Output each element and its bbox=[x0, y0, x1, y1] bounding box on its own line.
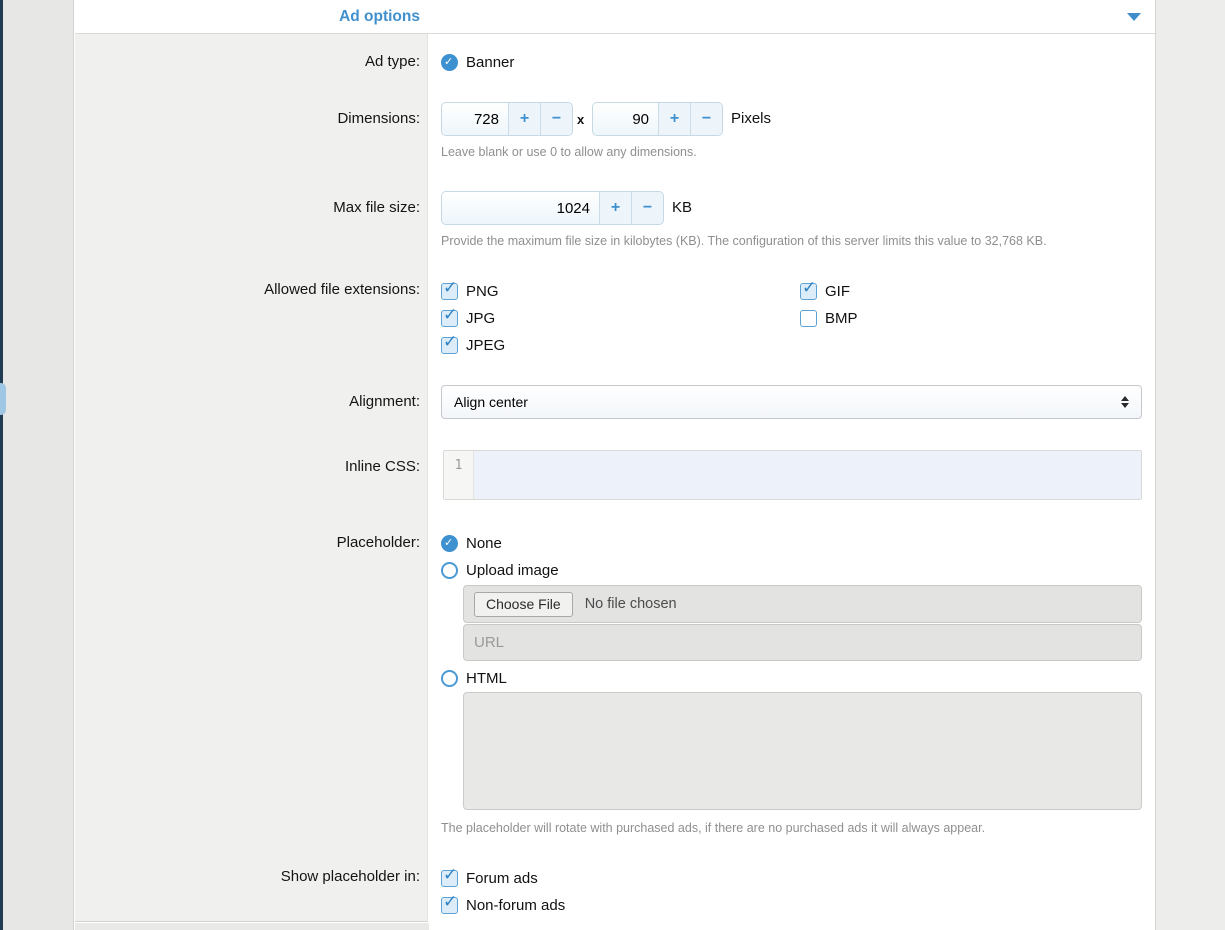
extension-bmp-label: BMP bbox=[825, 310, 858, 327]
extension-bmp-option[interactable]: BMP bbox=[800, 309, 858, 327]
right-gutter bbox=[1155, 0, 1225, 930]
placeholder-none-option[interactable]: ✓ None bbox=[441, 534, 502, 552]
max-file-size-increment-button[interactable]: + bbox=[599, 192, 631, 224]
line-number-gutter: 1 bbox=[444, 451, 474, 499]
check-icon: ✓ bbox=[444, 536, 453, 549]
section-header[interactable]: Ad options bbox=[75, 0, 1155, 34]
extension-gif-option[interactable]: ✓ GIF bbox=[800, 282, 850, 300]
placeholder-upload-label: Upload image bbox=[466, 562, 559, 579]
checkbox-unchecked-icon[interactable] bbox=[800, 310, 817, 327]
height-input[interactable] bbox=[593, 103, 658, 135]
checkbox-checked-icon[interactable]: ✓ bbox=[441, 870, 458, 887]
radio-checked-icon[interactable]: ✓ bbox=[441, 54, 458, 71]
placeholder-file-field[interactable]: Choose File No file chosen bbox=[463, 585, 1142, 623]
checkbox-checked-icon[interactable]: ✓ bbox=[441, 337, 458, 354]
ad-type-option-label: Banner bbox=[466, 54, 514, 71]
extension-jpg-label: JPG bbox=[466, 310, 495, 327]
placeholder-url-input[interactable] bbox=[463, 624, 1142, 661]
collapse-toggle-button[interactable] bbox=[1127, 13, 1141, 23]
height-spinner: + − bbox=[592, 102, 723, 136]
check-icon: ✓ bbox=[443, 892, 457, 912]
checkbox-checked-icon[interactable]: ✓ bbox=[441, 897, 458, 914]
ad-type-banner-option[interactable]: ✓ Banner bbox=[441, 53, 514, 71]
placeholder-none-label: None bbox=[466, 535, 502, 552]
width-spinner: + − bbox=[441, 102, 573, 136]
max-file-size-spinner: + − bbox=[441, 191, 664, 225]
width-input[interactable] bbox=[442, 103, 508, 135]
non-forum-ads-label: Non-forum ads bbox=[466, 897, 565, 914]
left-gutter bbox=[3, 0, 74, 930]
placeholder-html-textarea[interactable] bbox=[463, 692, 1142, 810]
show-placeholder-in-label: Show placeholder in: bbox=[90, 868, 420, 885]
check-icon: ✓ bbox=[444, 55, 453, 68]
width-decrement-button[interactable]: − bbox=[540, 103, 572, 135]
placeholder-upload-option[interactable]: Upload image bbox=[441, 561, 559, 579]
check-icon: ✓ bbox=[443, 332, 457, 352]
inline-css-input[interactable] bbox=[474, 451, 1141, 499]
radio-unchecked-icon[interactable] bbox=[441, 562, 458, 579]
max-file-size-decrement-button[interactable]: − bbox=[631, 192, 663, 224]
extension-jpeg-label: JPEG bbox=[466, 337, 505, 354]
width-increment-button[interactable]: + bbox=[508, 103, 540, 135]
check-icon: ✓ bbox=[443, 278, 457, 298]
placeholder-html-label: HTML bbox=[466, 670, 507, 687]
inline-css-label: Inline CSS: bbox=[90, 458, 420, 475]
extension-png-option[interactable]: ✓ PNG bbox=[441, 282, 499, 300]
checkbox-checked-icon[interactable]: ✓ bbox=[800, 283, 817, 300]
left-scroll-indicator bbox=[0, 383, 6, 415]
max-file-size-input[interactable] bbox=[442, 192, 599, 224]
placeholder-label: Placeholder: bbox=[90, 534, 420, 551]
dimensions-label: Dimensions: bbox=[90, 110, 420, 127]
label-column-footer bbox=[75, 923, 429, 930]
max-file-size-unit: KB bbox=[672, 199, 692, 216]
dimensions-hint: Leave blank or use 0 to allow any dimens… bbox=[441, 145, 697, 159]
ad-type-label: Ad type: bbox=[90, 53, 420, 70]
height-decrement-button[interactable]: − bbox=[690, 103, 722, 135]
alignment-select[interactable]: Align center bbox=[441, 385, 1142, 419]
check-icon: ✓ bbox=[443, 865, 457, 885]
checkbox-checked-icon[interactable]: ✓ bbox=[441, 283, 458, 300]
file-chosen-status: No file chosen bbox=[585, 596, 677, 612]
dimensions-unit: Pixels bbox=[731, 110, 771, 127]
dimensions-separator: x bbox=[577, 112, 584, 127]
chevron-down-icon bbox=[1127, 13, 1141, 21]
check-icon: ✓ bbox=[443, 305, 457, 325]
extension-jpeg-option[interactable]: ✓ JPEG bbox=[441, 336, 505, 354]
checkbox-checked-icon[interactable]: ✓ bbox=[441, 310, 458, 327]
radio-checked-icon[interactable]: ✓ bbox=[441, 535, 458, 552]
check-icon: ✓ bbox=[802, 278, 816, 298]
placeholder-hint: The placeholder will rotate with purchas… bbox=[441, 821, 985, 835]
placeholder-html-option[interactable]: HTML bbox=[441, 669, 507, 687]
show-in-non-forum-ads-option[interactable]: ✓ Non-forum ads bbox=[441, 896, 565, 914]
select-arrows-icon bbox=[1121, 396, 1129, 408]
height-increment-button[interactable]: + bbox=[658, 103, 690, 135]
max-file-size-hint: Provide the maximum file size in kilobyt… bbox=[441, 234, 1047, 248]
label-column bbox=[75, 34, 428, 922]
max-file-size-label: Max file size: bbox=[90, 199, 420, 216]
extension-png-label: PNG bbox=[466, 283, 499, 300]
choose-file-button[interactable]: Choose File bbox=[474, 592, 573, 617]
show-in-forum-ads-option[interactable]: ✓ Forum ads bbox=[441, 869, 538, 887]
section-title: Ad options bbox=[75, 8, 420, 26]
inline-css-editor: 1 bbox=[443, 450, 1142, 500]
alignment-label: Alignment: bbox=[90, 393, 420, 410]
extension-jpg-option[interactable]: ✓ JPG bbox=[441, 309, 495, 327]
allowed-extensions-label: Allowed file extensions: bbox=[90, 281, 420, 298]
alignment-selected-value: Align center bbox=[454, 394, 1121, 410]
extension-gif-label: GIF bbox=[825, 283, 850, 300]
forum-ads-label: Forum ads bbox=[466, 870, 538, 887]
radio-unchecked-icon[interactable] bbox=[441, 670, 458, 687]
ad-options-screen: Ad options Ad type: Dimensions: Max file… bbox=[0, 0, 1225, 930]
